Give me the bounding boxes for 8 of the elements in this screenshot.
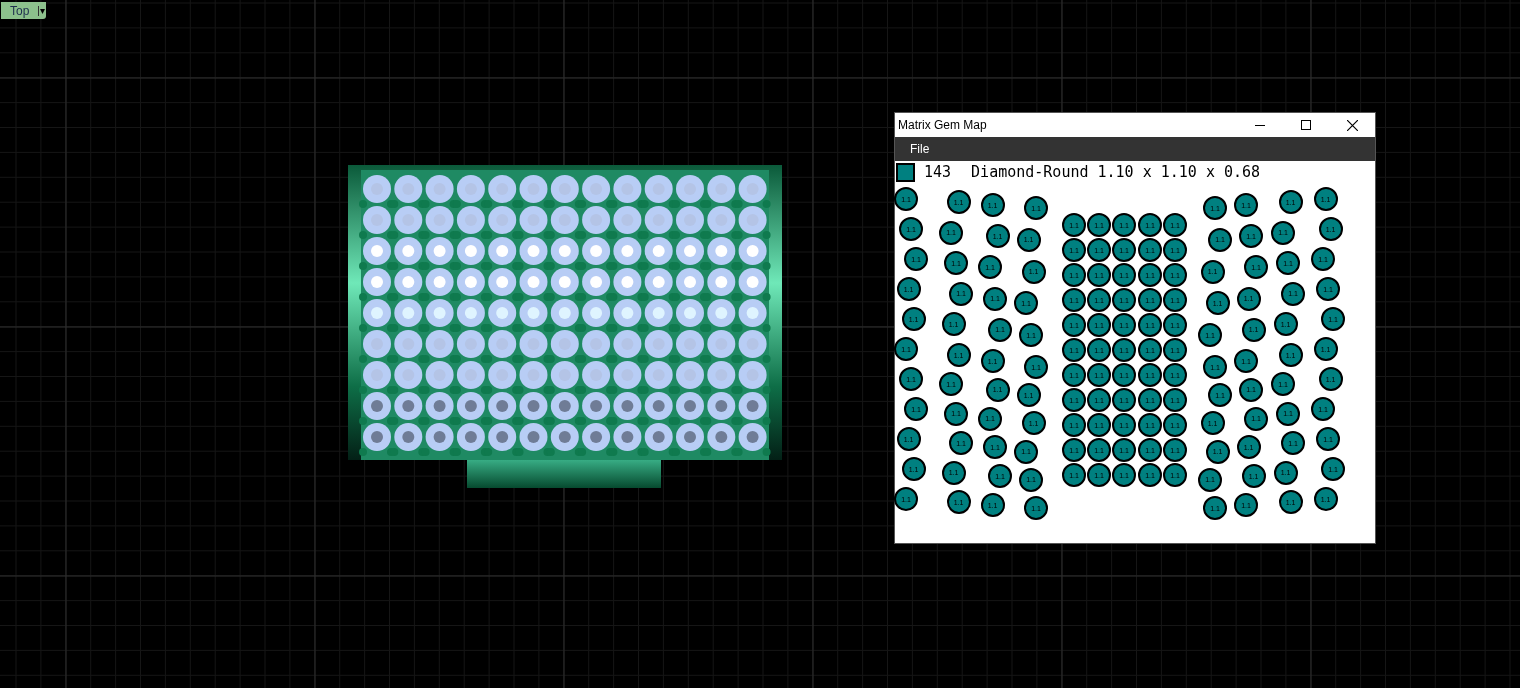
window-title: Matrix Gem Map (897, 117, 988, 134)
view-menu[interactable]: Top ▾ (1, 2, 47, 19)
menu-item[interactable]: File (895, 140, 945, 158)
maximize-icon (1301, 120, 1311, 130)
gem-count: 143 (924, 161, 952, 183)
close-icon (1346, 119, 1358, 131)
minimize-icon (1255, 124, 1265, 126)
gem-description: Diamond-Round 1.10 x 1.10 x 0.68 (971, 161, 1261, 183)
